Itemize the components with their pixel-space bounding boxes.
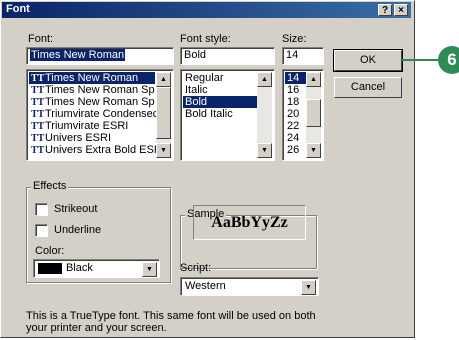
strikeout-checkbox[interactable] — [35, 203, 48, 216]
color-select[interactable]: Black ▼ — [33, 259, 160, 278]
scroll-up-icon[interactable]: ▲ — [156, 72, 171, 87]
truetype-icon: TT — [31, 145, 45, 156]
size-list-item[interactable]: 14 — [285, 72, 307, 84]
font-list-item[interactable]: TTTimes New Roman — [29, 72, 155, 84]
size-list-item[interactable]: 20 — [285, 108, 301, 120]
font-style-label: Font style: — [180, 33, 231, 45]
style-list-item[interactable]: Regular — [183, 72, 226, 84]
font-style-list[interactable]: Regular Italic Bold Bold Italic ▲ ▼ — [180, 69, 275, 161]
help-button[interactable]: ? — [378, 4, 392, 16]
style-list-item[interactable]: Bold — [183, 96, 259, 108]
font-style-value: Bold — [184, 49, 207, 61]
scroll-up-icon[interactable]: ▲ — [306, 72, 321, 87]
cancel-button[interactable]: Cancel — [334, 77, 402, 98]
dialog-title: Font — [6, 3, 30, 15]
size-list-item[interactable]: 26 — [285, 144, 301, 156]
font-list-item[interactable]: TTTimes New Roman Sp — [29, 84, 157, 96]
underline-checkbox[interactable] — [35, 224, 48, 237]
scroll-down-icon[interactable]: ▼ — [156, 143, 171, 158]
scroll-thumb[interactable] — [156, 87, 171, 139]
ok-button[interactable]: OK — [333, 49, 403, 72]
font-name-input[interactable]: Times New Roman — [26, 47, 174, 65]
sample-preview: AaBbYyZz — [193, 205, 306, 240]
font-style-input[interactable]: Bold — [180, 47, 275, 65]
font-list-item[interactable]: TTUnivers ESRI — [29, 132, 113, 144]
size-list-item[interactable]: 16 — [285, 84, 301, 96]
font-list-item[interactable]: TTTriumvirate Condensec — [29, 108, 160, 120]
font-description-line1: This is a TrueType font. This same font … — [26, 310, 316, 322]
size-list-item[interactable]: 22 — [285, 120, 301, 132]
size-list-item[interactable]: 18 — [285, 96, 301, 108]
step-callout: 6 — [438, 46, 459, 74]
scroll-thumb[interactable] — [306, 99, 321, 127]
style-list-item[interactable]: Italic — [183, 84, 210, 96]
size-list-scrollbar[interactable]: ▲ ▼ — [306, 72, 321, 158]
scroll-up-icon[interactable]: ▲ — [257, 72, 272, 87]
font-list-item[interactable]: TTTimes New Roman Sp — [29, 96, 157, 108]
underline-label: Underline — [54, 224, 102, 236]
chevron-down-icon[interactable]: ▼ — [301, 280, 316, 295]
font-label: Font: — [28, 33, 54, 45]
size-value: 14 — [286, 49, 299, 61]
effects-title: Effects — [31, 180, 69, 192]
font-list-item[interactable]: TTTriumvirate ESRI — [29, 120, 130, 132]
script-value: Western — [185, 280, 226, 292]
style-list-scrollbar[interactable]: ▲ ▼ — [257, 72, 272, 158]
chevron-down-icon[interactable]: ▼ — [142, 262, 157, 277]
font-list-scrollbar[interactable]: ▲ ▼ — [156, 72, 171, 158]
size-list[interactable]: 14 16 18 20 22 24 26 ▲ ▼ — [282, 69, 324, 161]
font-list[interactable]: TTTimes New Roman TTTimes New Roman Sp T… — [26, 69, 174, 161]
script-label: Script: — [180, 262, 212, 274]
title-bar[interactable]: Font ? × — [2, 2, 411, 18]
font-description-line2: your printer and your screen. — [26, 322, 167, 334]
strikeout-label: Strikeout — [54, 203, 98, 215]
color-value: Black — [66, 262, 93, 274]
size-input[interactable]: 14 — [282, 47, 324, 65]
size-label: Size: — [282, 33, 307, 45]
style-list-item[interactable]: Bold Italic — [183, 108, 235, 120]
color-swatch — [38, 263, 62, 274]
scroll-down-icon[interactable]: ▼ — [257, 143, 272, 158]
font-name-value: Times New Roman — [30, 49, 126, 61]
script-select[interactable]: Western ▼ — [180, 277, 319, 296]
scroll-down-icon[interactable]: ▼ — [306, 143, 321, 158]
color-label: Color: — [35, 245, 65, 257]
close-button[interactable]: × — [394, 4, 408, 16]
font-list-item[interactable]: TTUnivers Extra Bold ESF — [29, 144, 163, 156]
size-list-item[interactable]: 24 — [285, 132, 301, 144]
